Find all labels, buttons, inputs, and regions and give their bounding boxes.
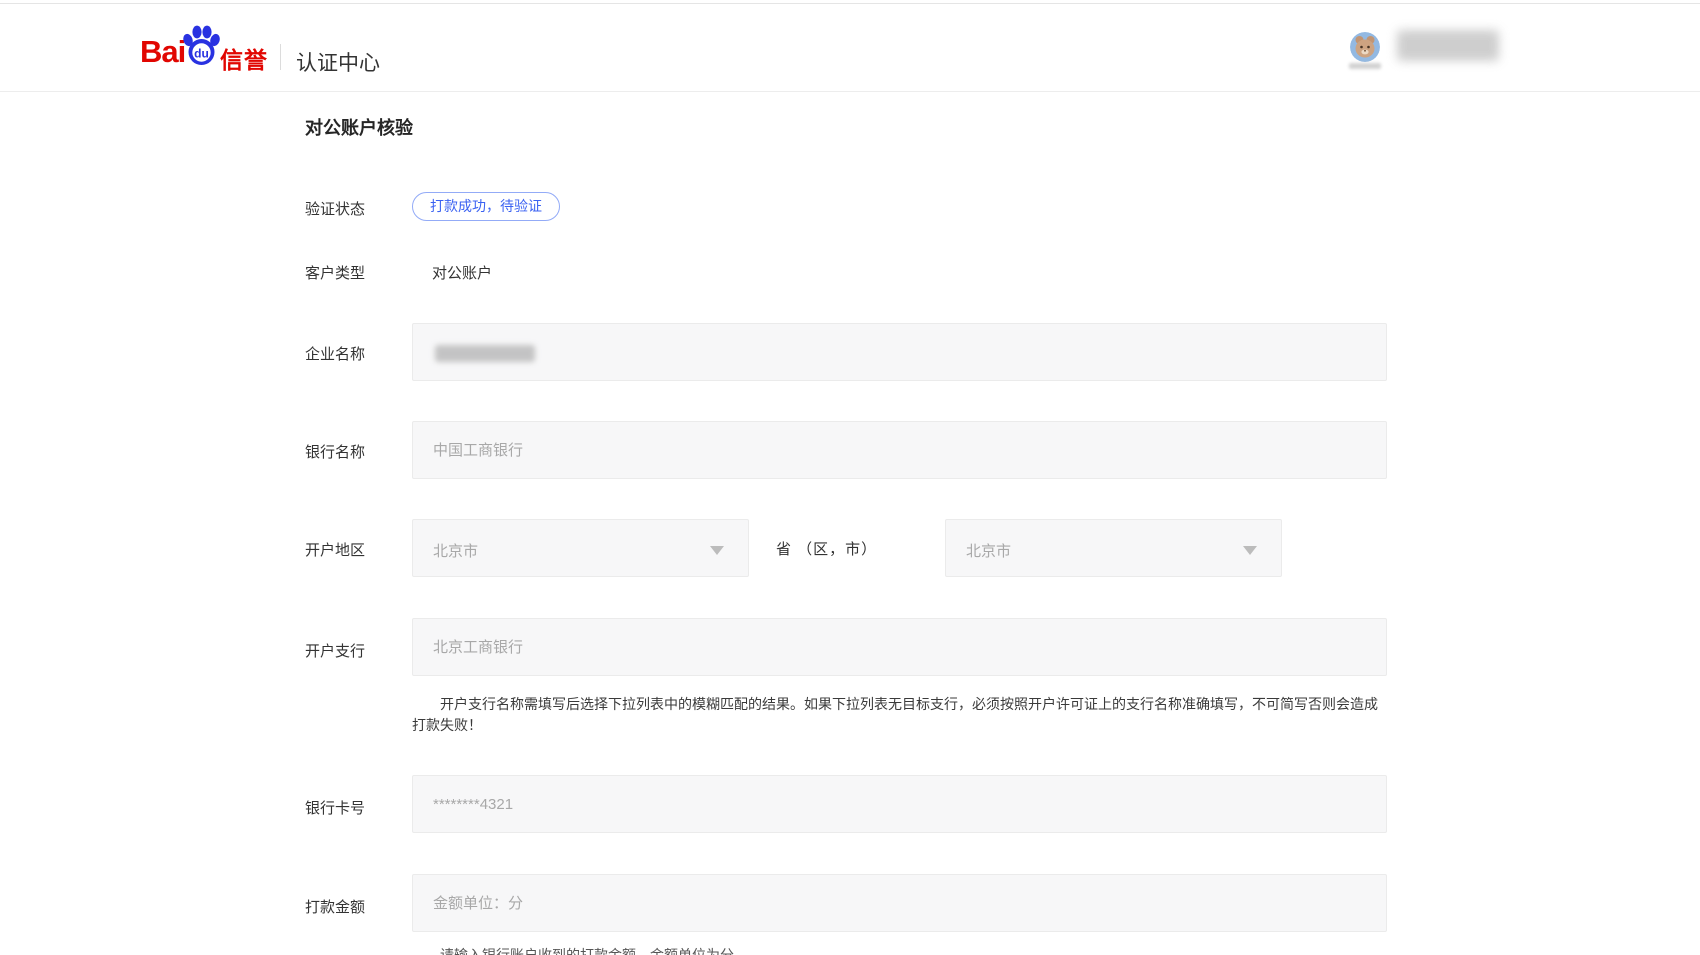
company-name-label: 企业名称	[305, 343, 365, 364]
region-label: 开户地区	[305, 539, 365, 560]
baidu-paw-icon[interactable]: du	[181, 24, 221, 66]
customer-type-value: 对公账户	[432, 262, 492, 283]
amount-label: 打款金额	[305, 896, 365, 917]
page: Bai du 信誉 认证中心	[0, 0, 1700, 955]
branch-input[interactable]	[413, 619, 1386, 675]
logo-divider	[280, 44, 281, 70]
card-number-label: 银行卡号	[305, 797, 365, 818]
svg-text:du: du	[194, 47, 209, 61]
province-select[interactable]: 北京市	[412, 519, 749, 577]
status-label: 验证状态	[305, 198, 365, 219]
page-title: 对公账户核验	[305, 114, 413, 140]
amount-field	[412, 874, 1387, 932]
username-redacted[interactable]	[1397, 30, 1499, 61]
branch-label: 开户支行	[305, 640, 365, 661]
avatar-caption-redacted	[1349, 63, 1381, 69]
baidu-logo-suffix[interactable]: 信誉	[220, 41, 268, 75]
bank-name-input[interactable]	[413, 422, 1386, 478]
province-select-value: 北京市	[433, 540, 478, 561]
customer-type-label: 客户类型	[305, 262, 365, 283]
app-header: Bai du 信誉 认证中心	[0, 4, 1700, 92]
baidu-logo-bai[interactable]: Bai	[140, 34, 185, 70]
region-middle-label: 省 （区，市）	[776, 538, 877, 559]
company-name-redacted	[435, 345, 535, 362]
amount-note-clipped: 请输入银行账户收到的打款金额，金额单位为分	[412, 945, 1312, 955]
nav-title: 认证中心	[296, 47, 380, 77]
card-number-input[interactable]	[413, 776, 1386, 832]
status-badge: 打款成功，待验证	[412, 192, 560, 221]
city-select-value: 北京市	[966, 540, 1011, 561]
user-avatar[interactable]	[1350, 32, 1380, 62]
branch-field	[412, 618, 1387, 676]
branch-note: 开户支行名称需填写后选择下拉列表中的模糊匹配的结果。如果下拉列表无目标支行，必须…	[412, 694, 1390, 736]
amount-input[interactable]	[413, 875, 1386, 931]
chevron-down-icon	[710, 546, 724, 555]
city-select[interactable]: 北京市	[945, 519, 1282, 577]
bank-name-field	[412, 421, 1387, 479]
bank-name-label: 银行名称	[305, 441, 365, 462]
chevron-down-icon	[1243, 546, 1257, 555]
company-name-field[interactable]	[412, 323, 1387, 381]
card-number-field	[412, 775, 1387, 833]
